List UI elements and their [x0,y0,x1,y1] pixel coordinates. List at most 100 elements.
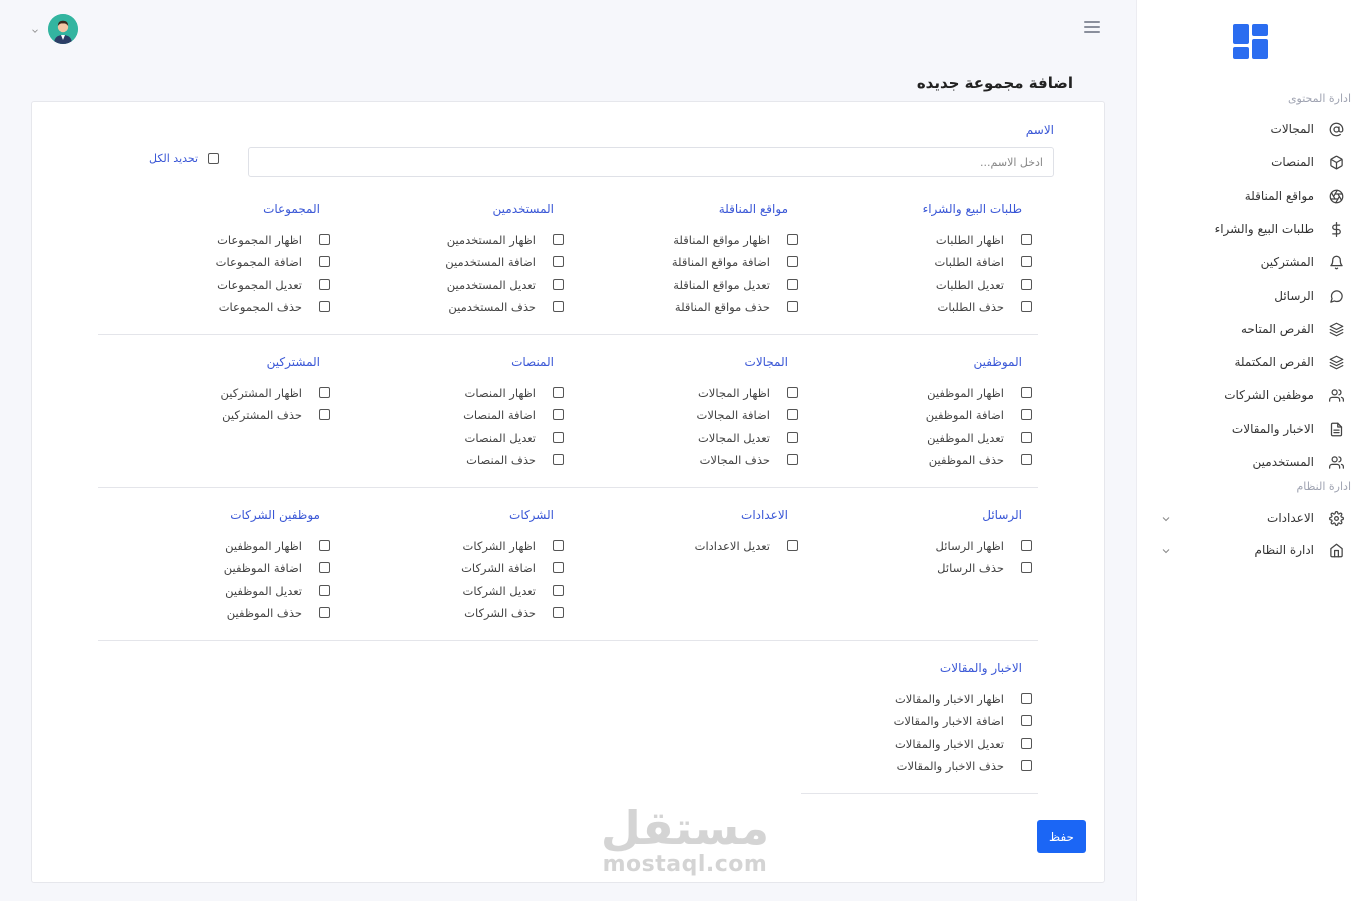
permission-checkbox[interactable] [1021,760,1032,771]
permission-checkbox[interactable] [319,234,330,245]
permission-item[interactable]: اظهار الموظفين [927,385,1032,401]
user-menu-chevron-icon[interactable] [30,21,44,35]
permission-checkbox[interactable] [1021,256,1032,267]
permission-item[interactable]: اظهار الاخبار والمقالات [895,691,1032,707]
permission-checkbox[interactable] [1021,234,1032,245]
select-all-control[interactable]: تحديد الكل [149,152,220,165]
permission-checkbox[interactable] [553,607,564,618]
permission-checkbox[interactable] [787,387,798,398]
permission-item[interactable]: حذف الموظفين [227,605,330,621]
permission-item[interactable]: اظهار المنصات [465,385,564,401]
permission-checkbox[interactable] [319,256,330,267]
permission-item[interactable]: تعديل الموظفين [927,430,1032,446]
permission-checkbox[interactable] [319,301,330,312]
permission-item[interactable]: اضافة مواقع المناقلة [672,254,798,270]
permission-item[interactable]: تعديل المجالات [698,430,798,446]
permission-item[interactable]: تعديل الشركات [463,583,564,599]
permission-item[interactable]: اضافة الطلبات [934,254,1032,270]
permission-item[interactable]: حذف مواقع المناقلة [675,299,798,315]
name-input[interactable] [248,147,1054,177]
permission-item[interactable]: اضافة المجموعات [216,254,330,270]
permission-item[interactable]: تعديل الموظفين [225,583,330,599]
app-logo[interactable] [1232,24,1268,60]
chevron-down-icon[interactable] [1160,542,1174,556]
permission-checkbox[interactable] [787,432,798,443]
sidebar-item-available-opportunities[interactable]: الفرص المتاحه [1156,317,1346,341]
permission-item[interactable]: حذف المشتركين [222,407,330,423]
permission-checkbox[interactable] [553,540,564,551]
permission-checkbox[interactable] [1021,540,1032,551]
user-avatar[interactable] [48,14,78,44]
permission-checkbox[interactable] [1021,454,1032,465]
permission-checkbox[interactable] [319,387,330,398]
permission-item[interactable]: حذف الشركات [464,605,564,621]
permission-checkbox[interactable] [553,234,564,245]
permission-checkbox[interactable] [1021,432,1032,443]
permission-checkbox[interactable] [787,301,798,312]
permission-item[interactable]: اضافة المنصات [463,407,564,423]
permission-checkbox[interactable] [553,562,564,573]
permission-item[interactable]: حذف الطلبات [938,299,1032,315]
sidebar-item-orders[interactable]: طلبات البيع والشراء [1156,217,1346,241]
sidebar-item-settings[interactable]: الاعدادات [1156,506,1346,530]
permission-checkbox[interactable] [787,256,798,267]
permission-checkbox[interactable] [553,301,564,312]
sidebar-item-system-admin[interactable]: ادارة النظام [1156,538,1346,562]
permission-checkbox[interactable] [553,454,564,465]
permission-checkbox[interactable] [553,585,564,596]
permission-checkbox[interactable] [319,540,330,551]
permission-item[interactable]: اضافة الموظفين [224,560,330,576]
permission-item[interactable]: حذف الموظفين [929,452,1032,468]
permission-item[interactable]: اضافة المستخدمين [445,254,564,270]
permission-item[interactable]: تعديل الاعدادات [695,538,798,554]
permission-checkbox[interactable] [787,540,798,551]
sidebar-item-transfer-sites[interactable]: مواقع المناقلة [1156,184,1346,208]
permission-checkbox[interactable] [1021,279,1032,290]
permission-checkbox[interactable] [319,409,330,420]
permission-item[interactable]: تعديل الطلبات [936,277,1032,293]
permission-item[interactable]: حذف المنصات [466,452,564,468]
permission-checkbox[interactable] [787,409,798,420]
select-all-checkbox[interactable] [208,153,220,164]
permission-item[interactable]: اظهار المجموعات [217,232,330,248]
permission-item[interactable]: اظهار المجالات [698,385,798,401]
sidebar-item-subscribers[interactable]: المشتركين [1156,250,1346,274]
permission-checkbox[interactable] [1021,409,1032,420]
sidebar-item-messages[interactable]: الرسائل [1156,284,1346,308]
menu-toggle-icon[interactable] [1084,21,1100,35]
permission-item[interactable]: حذف المستخدمين [448,299,564,315]
permission-item[interactable]: اضافة الموظفين [926,407,1032,423]
permission-item[interactable]: اظهار مواقع المناقلة [673,232,798,248]
permission-item[interactable]: حذف المجالات [700,452,798,468]
permission-item[interactable]: اظهار الرسائل [936,538,1032,554]
permission-item[interactable]: اظهار الموظفين [225,538,330,554]
permission-item[interactable]: اضافة الاخبار والمقالات [894,713,1032,729]
sidebar-item-completed-opportunities[interactable]: الفرص المكتملة [1156,350,1346,374]
permission-checkbox[interactable] [1021,387,1032,398]
permission-item[interactable]: تعديل المستخدمين [447,277,564,293]
permission-checkbox[interactable] [1021,693,1032,704]
permission-item[interactable]: حذف الاخبار والمقالات [897,758,1032,774]
permission-item[interactable]: تعديل المنصات [465,430,564,446]
permission-checkbox[interactable] [787,234,798,245]
permission-item[interactable]: اضافة الشركات [461,560,564,576]
permission-checkbox[interactable] [787,279,798,290]
sidebar-item-fields[interactable]: المجالات [1156,117,1346,141]
permission-item[interactable]: تعديل مواقع المناقلة [673,277,798,293]
permission-item[interactable]: اظهار المستخدمين [447,232,564,248]
permission-checkbox[interactable] [553,256,564,267]
permission-checkbox[interactable] [553,387,564,398]
permission-item[interactable]: حذف المجموعات [219,299,330,315]
permission-checkbox[interactable] [1021,738,1032,749]
permission-item[interactable]: حذف الرسائل [937,560,1032,576]
permission-checkbox[interactable] [1021,301,1032,312]
sidebar-item-news-articles[interactable]: الاخبار والمقالات [1156,417,1346,441]
save-button[interactable]: حفظ [1037,820,1086,853]
sidebar-item-platforms[interactable]: المنصات [1156,150,1346,174]
chevron-down-icon[interactable] [1160,510,1174,524]
permission-checkbox[interactable] [319,585,330,596]
sidebar-item-users[interactable]: المستخدمين [1156,450,1346,474]
permission-item[interactable]: اظهار الطلبات [936,232,1032,248]
permission-item[interactable]: اظهار المشتركين [221,385,330,401]
permission-checkbox[interactable] [787,454,798,465]
